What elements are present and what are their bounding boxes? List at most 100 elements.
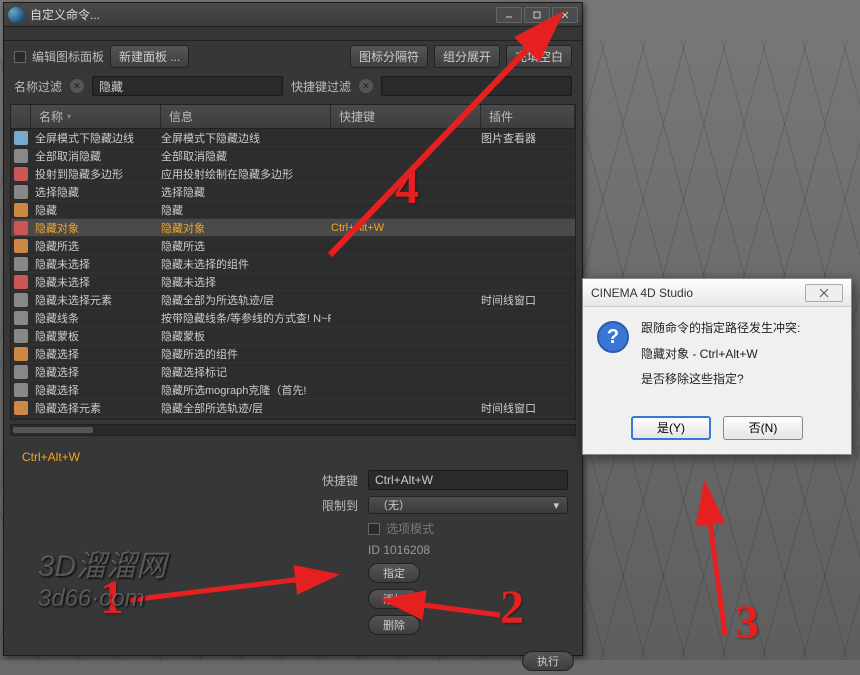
table-row[interactable]: 投射到隐藏多边形应用投射绘制在隐藏多边形 <box>11 165 575 183</box>
row-icon <box>14 203 28 217</box>
question-icon: ? <box>597 321 629 353</box>
app-icon <box>8 7 24 23</box>
row-icon <box>14 293 28 307</box>
table-row[interactable]: 隐藏隐藏 <box>11 201 575 219</box>
table-row[interactable]: 隐藏选择隐藏所选mograph克隆（首先! <box>11 381 575 399</box>
table-row[interactable]: 隐藏未选择隐藏未选择 <box>11 273 575 291</box>
row-icon <box>14 185 28 199</box>
row-icon <box>14 329 28 343</box>
conflict-dialog: CINEMA 4D Studio ? 跟随命令的指定路径发生冲突: 隐藏对象 -… <box>582 278 852 455</box>
dialog-titlebar[interactable]: CINEMA 4D Studio <box>583 279 851 307</box>
row-name: 选择隐藏 <box>31 184 161 200</box>
table-row[interactable]: 隐藏对象隐藏对象Ctrl+Alt+W <box>11 219 575 237</box>
row-info: 隐藏未选择 <box>161 274 331 290</box>
table-row[interactable]: 隐藏选择隐藏选择标记 <box>11 363 575 381</box>
new-panel-button[interactable]: 新建面板 ... <box>110 45 189 68</box>
dialog-close-button[interactable] <box>805 284 843 302</box>
option-mode-label: 选项模式 <box>386 520 434 537</box>
fill-blank-button[interactable]: 充填空白 <box>506 45 572 68</box>
row-name: 隐藏蒙板 <box>31 328 161 344</box>
header-shortcut[interactable]: 快捷键 <box>331 105 481 128</box>
maximize-button[interactable] <box>524 7 550 23</box>
window-title: 自定义命令... <box>30 6 100 23</box>
option-mode-checkbox[interactable] <box>368 523 380 535</box>
window-titlebar[interactable]: 自定义命令... <box>4 3 582 27</box>
row-info: 全部取消隐藏 <box>161 148 331 164</box>
row-icon <box>14 365 28 379</box>
header-plugin[interactable]: 插件 <box>481 105 575 128</box>
row-info: 隐藏所选 <box>161 238 331 254</box>
close-button[interactable] <box>552 7 578 23</box>
delete-button[interactable]: 删除 <box>368 615 420 635</box>
row-info: 隐藏锁定 <box>161 418 331 420</box>
row-info: 隐藏所选的组件 <box>161 346 331 362</box>
assign-button[interactable]: 指定 <box>368 563 420 583</box>
table-row[interactable]: 隐藏所选隐藏所选 <box>11 237 575 255</box>
row-plugin: 图片查看器 <box>481 130 575 146</box>
row-icon <box>14 167 28 181</box>
dialog-message: 跟随命令的指定路径发生冲突: 隐藏对象 - Ctrl+Alt+W 是否移除这些指… <box>641 321 800 398</box>
commands-table: 名称▾ 信息 快捷键 插件 全屏模式下隐藏边线全屏模式下隐藏边线图片查看器全部取… <box>10 104 576 420</box>
row-name: 隐藏选择元素 <box>31 400 161 416</box>
row-name: 隐藏锁定 <box>31 418 161 420</box>
header-info[interactable]: 信息 <box>161 105 331 128</box>
row-plugin: 时间线窗口 <box>481 400 575 416</box>
clear-name-filter[interactable]: ✕ <box>70 79 84 93</box>
row-info: 隐藏全部为所选轨迹/层 <box>161 292 331 308</box>
row-info: 隐藏选择标记 <box>161 364 331 380</box>
row-name: 隐藏对象 <box>31 220 161 236</box>
group-expand-button[interactable]: 组分展开 <box>434 45 500 68</box>
dialog-no-button[interactable]: 否(N) <box>723 416 803 440</box>
row-icon <box>14 221 28 235</box>
close-icon <box>818 288 830 298</box>
row-info: 全屏模式下隐藏边线 <box>161 130 331 146</box>
name-filter-label: 名称过滤 <box>14 78 62 95</box>
row-name: 全部取消隐藏 <box>31 148 161 164</box>
table-header: 名称▾ 信息 快捷键 插件 <box>11 105 575 129</box>
table-row[interactable]: 隐藏线条按带隐藏线条/等参线的方式查! N~F <box>11 309 575 327</box>
table-row[interactable]: 隐藏锁定隐藏锁定 <box>11 417 575 419</box>
horizontal-scrollbar[interactable] <box>10 424 576 436</box>
row-name: 隐藏选择 <box>31 382 161 398</box>
table-row[interactable]: 隐藏选择隐藏所选的组件 <box>11 345 575 363</box>
shortcut-filter-label: 快捷键过滤 <box>291 78 351 95</box>
row-icon <box>14 383 28 397</box>
table-row[interactable]: 隐藏未选择元素隐藏全部为所选轨迹/层时间线窗口 <box>11 291 575 309</box>
row-info: 隐藏全部所选轨迹/层 <box>161 400 331 416</box>
row-info: 隐藏 <box>161 202 331 218</box>
bottom-panel: Ctrl+Alt+W 快捷键 限制到 （无）▾ 选项模式 ID 1016208 … <box>10 442 576 641</box>
dialog-yes-button[interactable]: 是(Y) <box>631 416 711 440</box>
table-row[interactable]: 隐藏蒙板隐藏蒙板 <box>11 327 575 345</box>
restrict-dropdown[interactable]: （无）▾ <box>368 496 568 514</box>
row-icon <box>14 401 28 415</box>
name-filter-input[interactable] <box>92 76 283 96</box>
icon-separator-button[interactable]: 图标分隔符 <box>350 45 428 68</box>
row-name: 隐藏未选择 <box>31 274 161 290</box>
row-name: 隐藏选择 <box>31 364 161 380</box>
row-name: 隐藏所选 <box>31 238 161 254</box>
header-name[interactable]: 名称▾ <box>31 105 161 128</box>
table-row[interactable]: 隐藏未选择隐藏未选择的组件 <box>11 255 575 273</box>
table-row[interactable]: 隐藏选择元素隐藏全部所选轨迹/层 时间线窗口 <box>11 399 575 417</box>
row-icon <box>14 149 28 163</box>
add-button[interactable]: 添加 <box>368 589 420 609</box>
minimize-button[interactable] <box>496 7 522 23</box>
row-icon <box>14 419 28 420</box>
shortcut-input[interactable] <box>368 470 568 490</box>
row-info: 隐藏未选择的组件 <box>161 256 331 272</box>
table-row[interactable]: 全屏模式下隐藏边线全屏模式下隐藏边线 图片查看器 <box>11 129 575 147</box>
row-icon <box>14 239 28 253</box>
edit-icon-panel-checkbox[interactable] <box>14 51 26 63</box>
row-info: 隐藏对象 <box>161 220 331 236</box>
row-name: 全屏模式下隐藏边线 <box>31 130 161 146</box>
toolbar-row: 编辑图标面板 新建面板 ... 图标分隔符 组分展开 充填空白 <box>4 41 582 72</box>
table-row[interactable]: 全部取消隐藏全部取消隐藏 <box>11 147 575 165</box>
execute-button[interactable]: 执行 <box>522 651 574 671</box>
row-info: 选择隐藏 <box>161 184 331 200</box>
shortcut-filter-input[interactable] <box>381 76 572 96</box>
table-row[interactable]: 选择隐藏选择隐藏 <box>11 183 575 201</box>
clear-shortcut-filter[interactable]: ✕ <box>359 79 373 93</box>
edit-icon-panel-label: 编辑图标面板 <box>32 48 104 65</box>
table-body: 全屏模式下隐藏边线全屏模式下隐藏边线图片查看器全部取消隐藏全部取消隐藏投射到隐藏… <box>11 129 575 419</box>
sort-icon: ▾ <box>67 112 71 121</box>
